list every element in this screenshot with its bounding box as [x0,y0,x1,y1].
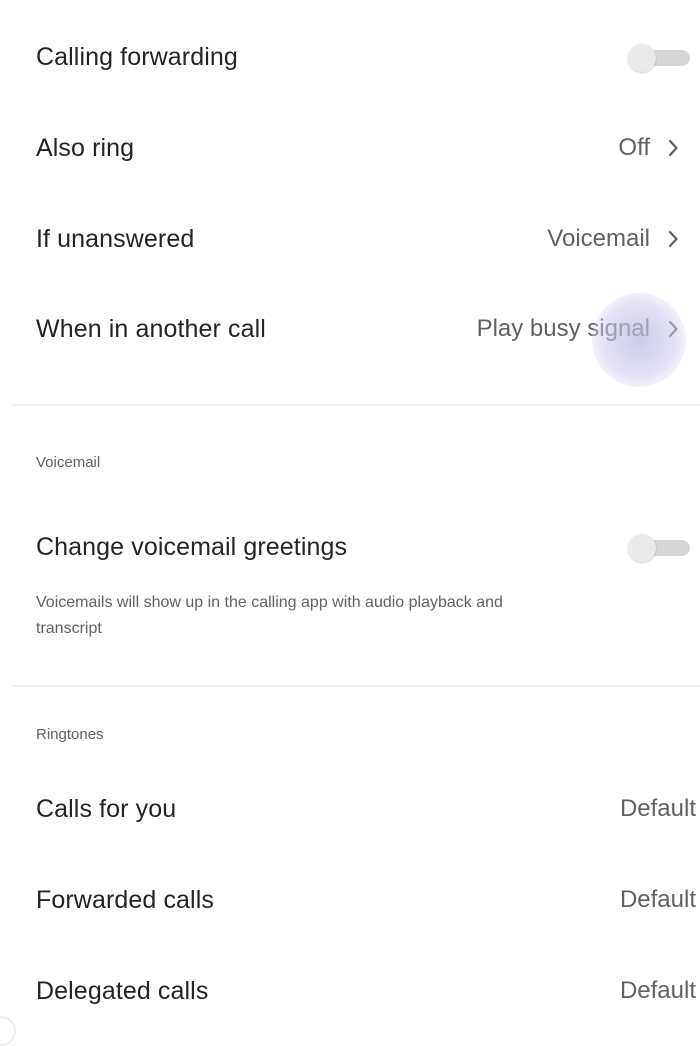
also-ring-value: Off [618,134,650,161]
chevron-right-icon [660,135,686,161]
if-unanswered-value: Voicemail [547,225,650,252]
calls-for-you-label: Calls for you [36,794,177,823]
also-ring-row[interactable]: Also ring Off [0,113,700,183]
forwarded-calls-row[interactable]: Forwarded calls Default [0,865,700,935]
chevron-right-icon [660,226,686,252]
forwarded-calls-value: Default [619,886,696,913]
when-in-another-call-row[interactable]: When in another call Play busy signal [0,294,700,364]
toggle-thumb [628,44,656,72]
voicemail-greetings-label: Change voicemail greetings [36,532,348,561]
voicemail-description: Voicemails will show up in the calling a… [36,594,503,637]
section-divider [12,685,700,687]
call-forwarding-toggle[interactable] [628,44,692,72]
if-unanswered-row[interactable]: If unanswered Voicemail [0,204,700,274]
toggle-thumb [628,534,656,562]
call-forwarding-row[interactable]: Calling forwarding [0,22,700,92]
when-in-another-call-label: When in another call [36,314,266,343]
when-in-another-call-value: Play busy signal [476,315,650,342]
if-unanswered-label: If unanswered [36,224,195,253]
delegated-calls-row[interactable]: Delegated calls Default [0,956,700,1026]
section-divider [12,404,700,406]
forwarded-calls-label: Forwarded calls [36,885,214,914]
voicemail-section-header: Voicemail [36,454,101,471]
chevron-right-icon [660,316,686,342]
call-forwarding-label: Calling forwarding [36,42,238,71]
delegated-calls-label: Delegated calls [36,976,209,1005]
calls-for-you-row[interactable]: Calls for you Default [0,774,700,844]
voicemail-greetings-toggle[interactable] [628,534,692,562]
delegated-calls-value: Default [619,977,696,1004]
ringtones-section-header: Ringtones [36,726,104,743]
calling-settings-screen: Calling forwarding Also ring Off If unan… [0,0,700,1046]
calls-for-you-value: Default [619,795,696,822]
voicemail-greetings-row[interactable]: Change voicemail greetings [0,512,700,582]
also-ring-label: Also ring [36,133,135,162]
